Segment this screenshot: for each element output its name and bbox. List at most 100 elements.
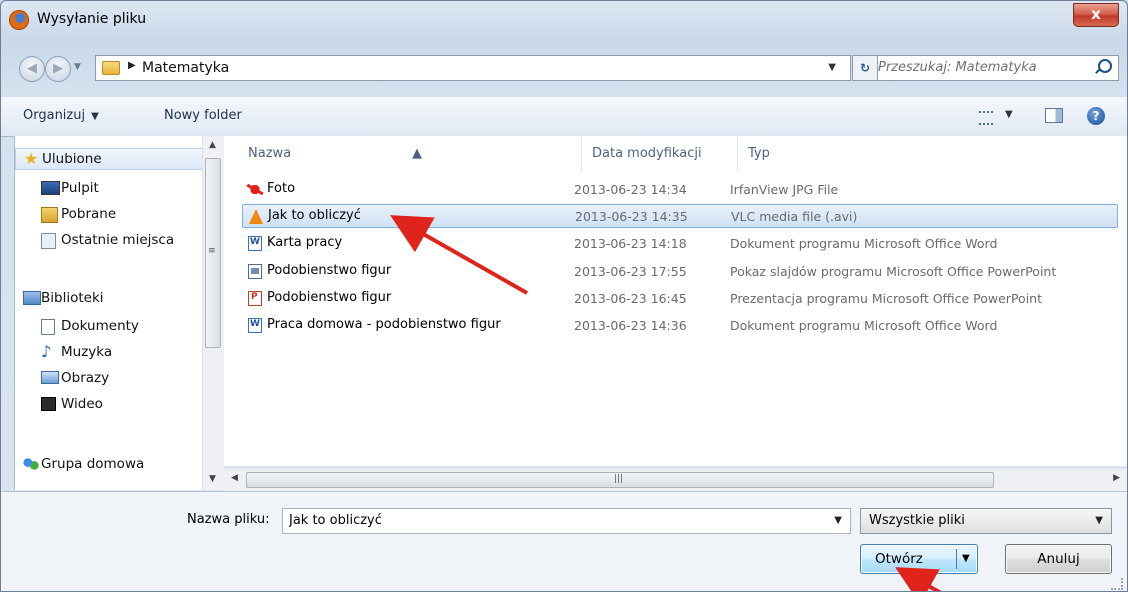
sidebar-item-pobrane[interactable]: Pobrane bbox=[15, 204, 213, 226]
file-type-value: Wszystkie pliki bbox=[869, 513, 965, 528]
word-doc-icon bbox=[248, 318, 262, 333]
column-header-name[interactable]: Nazwa bbox=[248, 146, 291, 161]
recent-locations-dropdown[interactable]: ▼ bbox=[74, 62, 81, 72]
file-date: 2013-06-23 17:55 bbox=[574, 264, 687, 279]
scroll-left-icon[interactable]: ◀ bbox=[231, 473, 238, 483]
documents-icon bbox=[41, 319, 55, 335]
organize-menu[interactable]: Organizuj ▼ bbox=[23, 108, 99, 123]
file-row-foto[interactable]: Foto 2013-06-23 14:34 IrfanView JPG File bbox=[242, 178, 1118, 202]
scroll-grip-icon: ≡ bbox=[208, 246, 216, 256]
file-row-jak-to-obliczyc[interactable]: Jak to obliczyć 2013-06-23 14:35 VLC med… bbox=[242, 204, 1118, 228]
preview-pane-icon[interactable] bbox=[1045, 108, 1063, 123]
file-list-header: Nazwa ▲ Data modyfikacji Typ bbox=[224, 136, 1127, 172]
sidebar-item-label: Pobrane bbox=[61, 206, 117, 222]
libraries-icon bbox=[23, 291, 41, 305]
sidebar-item-label: Obrazy bbox=[61, 370, 110, 386]
filename-label: Nazwa pliku: bbox=[187, 512, 270, 527]
file-type: Prezentacja programu Microsoft Office Po… bbox=[730, 291, 1042, 306]
sidebar-item-label: Ulubione bbox=[42, 151, 102, 167]
scroll-down-icon[interactable]: ▼ bbox=[209, 474, 216, 484]
organize-label: Organizuj bbox=[23, 108, 86, 123]
close-button[interactable]: x bbox=[1073, 3, 1119, 27]
file-date: 2013-06-23 14:35 bbox=[575, 209, 688, 224]
file-type: Pokaz slajdów programu Microsoft Office … bbox=[730, 264, 1057, 279]
open-button-label: Otwórz bbox=[875, 551, 923, 567]
column-header-date[interactable]: Data modyfikacji bbox=[592, 146, 702, 161]
desktop-icon bbox=[41, 181, 60, 195]
cancel-button[interactable]: Anuluj bbox=[1005, 544, 1112, 574]
file-row-podobienstwo-figur-presentation[interactable]: Podobienstwo figur 2013-06-23 16:45 Prez… bbox=[242, 287, 1118, 311]
sidebar-item-label: Dokumenty bbox=[61, 318, 139, 334]
filename-field[interactable]: ▼ bbox=[282, 508, 851, 534]
column-divider[interactable] bbox=[737, 136, 738, 172]
recent-places-icon bbox=[41, 233, 56, 249]
file-type: Dokument programu Microsoft Office Word bbox=[730, 236, 998, 251]
search-icon[interactable] bbox=[1098, 59, 1112, 73]
sidebar-item-dokumenty[interactable]: Dokumenty bbox=[15, 316, 213, 338]
breadcrumb-matematyka[interactable]: Matematyka bbox=[142, 60, 229, 76]
file-type: VLC media file (.avi) bbox=[731, 209, 858, 224]
file-name: Praca domowa - podobienstwo figur bbox=[267, 317, 501, 332]
file-name: Podobienstwo figur bbox=[267, 290, 392, 305]
dialog-footer: Nazwa pliku: ▼ Wszystkie pliki ▼ Otwórz … bbox=[1, 491, 1127, 591]
file-date: 2013-06-23 14:18 bbox=[574, 236, 687, 251]
file-name: Jak to obliczyć bbox=[268, 208, 361, 223]
file-date: 2013-06-23 14:34 bbox=[574, 182, 687, 197]
file-row-karta-pracy[interactable]: Karta pracy 2013-06-23 14:18 Dokument pr… bbox=[242, 232, 1118, 256]
column-header-type[interactable]: Typ bbox=[748, 146, 770, 161]
file-name: Karta pracy bbox=[267, 235, 343, 250]
breadcrumb-chevron-icon[interactable]: ▶ bbox=[128, 60, 136, 71]
address-row: ◀ ▶ ▼ ▶ Matematyka ▼ Przeszukaj: Matemat… bbox=[1, 53, 1127, 87]
file-name: Podobienstwo figur bbox=[267, 263, 392, 278]
video-icon bbox=[41, 397, 56, 411]
sidebar-item-grupa-domowa[interactable]: Grupa domowa bbox=[15, 454, 213, 476]
folder-icon bbox=[102, 61, 120, 75]
file-type: Dokument programu Microsoft Office Word bbox=[730, 318, 998, 333]
open-options-dropdown-icon[interactable]: ▼ bbox=[962, 553, 970, 564]
sidebar-item-label: Grupa domowa bbox=[41, 456, 145, 472]
view-dropdown-icon[interactable]: ▼ bbox=[1005, 109, 1013, 120]
refresh-button[interactable]: ↻ bbox=[852, 55, 878, 81]
help-icon[interactable]: ? bbox=[1087, 107, 1105, 125]
file-list: Nazwa ▲ Data modyfikacji Typ Foto 2013-0… bbox=[224, 136, 1127, 466]
view-options-icon[interactable] bbox=[979, 111, 993, 125]
star-icon: ★ bbox=[24, 149, 39, 168]
new-folder-button[interactable]: Nowy folder bbox=[164, 108, 242, 123]
sidebar-vertical-scrollbar[interactable]: ▲ ≡ ▼ bbox=[202, 136, 224, 490]
resize-grip[interactable] bbox=[1111, 578, 1123, 590]
vlc-icon bbox=[249, 209, 263, 224]
file-row-praca-domowa[interactable]: Praca domowa - podobienstwo figur 2013-0… bbox=[242, 314, 1118, 338]
sidebar-item-label: Wideo bbox=[61, 396, 103, 412]
open-button[interactable]: Otwórz ▼ bbox=[860, 544, 978, 574]
sidebar-item-biblioteki[interactable]: Biblioteki bbox=[15, 288, 213, 310]
scroll-up-icon[interactable]: ▲ bbox=[209, 140, 216, 150]
sidebar-item-ostatnie-miejsca[interactable]: Ostatnie miejsca bbox=[15, 230, 213, 252]
address-bar[interactable]: ▶ Matematyka ▼ bbox=[95, 55, 851, 81]
filename-input[interactable] bbox=[287, 512, 811, 529]
sidebar-item-obrazy[interactable]: Obrazy bbox=[15, 368, 213, 390]
sidebar-item-label: Ostatnie miejsca bbox=[61, 232, 175, 248]
file-type-select[interactable]: Wszystkie pliki ▼ bbox=[860, 508, 1112, 534]
command-bar: Organizuj ▼ Nowy folder ▼ ? bbox=[1, 97, 1127, 137]
sidebar-item-wideo[interactable]: Wideo bbox=[15, 394, 213, 416]
file-name: Foto bbox=[267, 181, 296, 196]
scroll-right-icon[interactable]: ▶ bbox=[1113, 473, 1120, 483]
file-list-horizontal-scrollbar[interactable]: ◀ ||| ▶ bbox=[224, 468, 1127, 491]
search-box[interactable]: Przeszukaj: Matematyka bbox=[867, 55, 1119, 81]
file-row-podobienstwo-figur-show[interactable]: Podobienstwo figur 2013-06-23 17:55 Poka… bbox=[242, 260, 1118, 284]
sidebar-item-label: Muzyka bbox=[61, 344, 113, 360]
navigation-pane: ★ Ulubione Pulpit Pobrane Ostatnie miejs… bbox=[14, 136, 224, 490]
music-icon: ♪ bbox=[41, 342, 52, 361]
sidebar-item-pulpit[interactable]: Pulpit bbox=[15, 178, 213, 200]
search-placeholder: Przeszukaj: Matematyka bbox=[878, 60, 1037, 75]
split-divider bbox=[956, 549, 957, 569]
filename-dropdown-icon[interactable]: ▼ bbox=[834, 515, 842, 526]
back-button[interactable]: ◀ bbox=[19, 56, 45, 82]
forward-button[interactable]: ▶ bbox=[45, 56, 71, 82]
sidebar-item-label: Biblioteki bbox=[41, 290, 104, 306]
sidebar-item-ulubione[interactable]: ★ Ulubione bbox=[15, 148, 213, 170]
column-divider[interactable] bbox=[581, 136, 582, 172]
address-dropdown-icon[interactable]: ▼ bbox=[828, 62, 836, 73]
sidebar-item-muzyka[interactable]: ♪ Muzyka bbox=[15, 342, 213, 364]
irfanview-icon bbox=[248, 182, 262, 197]
